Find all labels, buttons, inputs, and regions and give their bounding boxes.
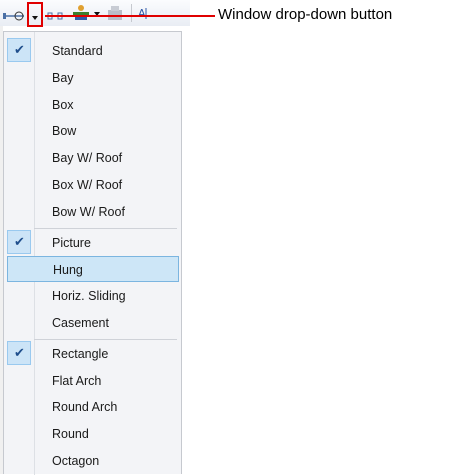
checkmark-icon: ✔: [7, 229, 31, 254]
checkmark-icon: ✔: [7, 340, 31, 365]
menu-item-label: Octagon: [52, 454, 100, 468]
menu-item[interactable]: Flat Arch: [7, 368, 179, 394]
callout-line: [45, 15, 215, 17]
text-icon[interactable]: A: [136, 4, 154, 22]
menu-item-label: Round: [52, 427, 89, 442]
stairs-icon[interactable]: [70, 4, 92, 22]
menu-item-label: Hung: [53, 263, 83, 278]
menu-separator: [34, 338, 177, 340]
door-icon[interactable]: [3, 4, 25, 22]
menu-item[interactable]: ✔ Rectangle: [7, 340, 179, 367]
menu-item[interactable]: ✔ Picture: [7, 229, 179, 256]
menu-item[interactable]: Bay W/ Roof: [7, 145, 179, 171]
dropdown-arrow-icon: [32, 16, 38, 20]
menu-item[interactable]: Bow W/ Roof: [7, 199, 179, 225]
menu-separator: [34, 227, 177, 229]
menu-item[interactable]: Round Arch: [7, 394, 179, 420]
menu-item-label: Box: [52, 97, 74, 112]
menu-item[interactable]: Hung: [7, 256, 179, 283]
menu-item-label: Bow: [52, 124, 77, 139]
menu-item[interactable]: Round: [7, 421, 179, 447]
window-dropdown-button[interactable]: [27, 2, 43, 27]
menu-item[interactable]: Bay: [7, 65, 179, 91]
menu-item-label: Bow W/ Roof: [52, 204, 125, 219]
menu-item-label: Rectangle: [52, 346, 109, 361]
menu-item[interactable]: Casement: [7, 310, 179, 336]
menu-item[interactable]: Octagon: [7, 448, 179, 474]
menu-item-label: Flat Arch: [52, 373, 102, 388]
menu-item[interactable]: Box: [7, 92, 179, 118]
menu-item-label: Bay: [52, 70, 74, 85]
toolbar: A: [0, 0, 190, 27]
menu-item-label: Casement: [52, 316, 109, 330]
menu-item[interactable]: Horiz. Sliding: [7, 283, 179, 309]
checkmark-icon: ✔: [7, 38, 31, 62]
menu-item-label: Standard: [52, 44, 103, 58]
menu-item-label: Horiz. Sliding: [52, 289, 126, 304]
window-type-menu: ✔ Standard Bay Box Bow Bay W/ Roof Box W/ Roof…: [3, 31, 182, 475]
menu-item[interactable]: Bow: [7, 118, 179, 144]
menu-item-label: Bay W/ Roof: [52, 151, 123, 166]
menu-item-label: Round Arch: [52, 400, 118, 415]
svg-text:A: A: [138, 7, 146, 20]
wall-icon[interactable]: [46, 4, 68, 22]
menu-item[interactable]: Box W/ Roof: [7, 172, 179, 198]
callout-label: Window drop-down button: [218, 6, 393, 23]
menu-item-label: Picture: [52, 235, 91, 250]
menu-item-label: Box W/ Roof: [52, 178, 123, 192]
toolbar-separator: [131, 4, 132, 22]
menu-item[interactable]: ✔ Standard: [7, 38, 179, 64]
cabinet-icon[interactable]: [104, 4, 126, 22]
